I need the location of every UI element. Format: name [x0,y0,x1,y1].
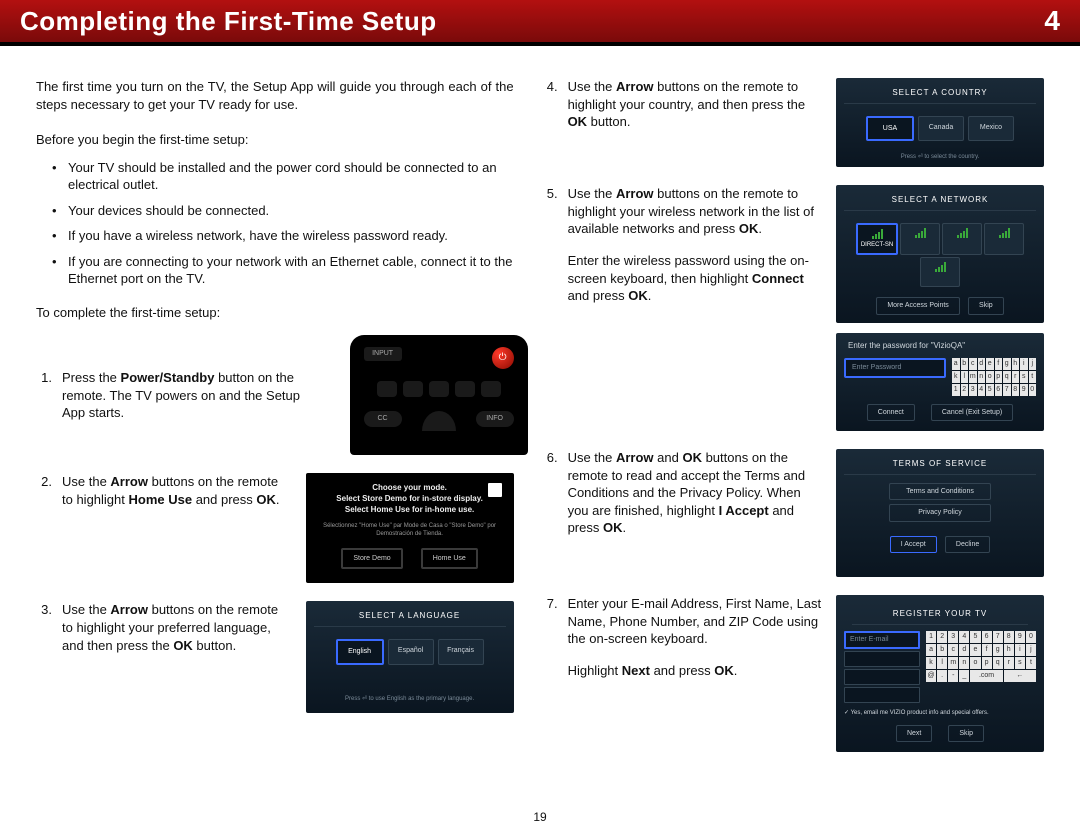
remote-button-icon [429,381,449,397]
prereq-item: Your devices should be connected. [68,202,514,220]
country-option-mexico: Mexico [968,116,1014,141]
store-demo-option: Store Demo [341,548,402,569]
accept-button: I Accept [890,536,937,553]
remote-dpad-icon [422,411,456,431]
onscreen-keyboard: abcdefghij klmnopqrst 1234567890 [952,358,1036,396]
register-tv-screen: REGISTER YOUR TV Enter E-mail 1234567890 [836,595,1044,752]
skip-button: Skip [968,297,1004,314]
step-number: 2. [36,473,52,508]
network-option [942,223,982,255]
step-body: Use the Arrow buttons on the remote to h… [568,78,822,131]
onscreen-keyboard: 1234567890 abcdefghij klmnopqrst @.-_.co… [926,631,1036,682]
email-input: Enter E-mail [844,631,920,649]
step-5: 5. Use the Arrow buttons on the remote t… [542,185,1044,431]
mode-selection-screen: Choose your mode. Select Store Demo for … [306,473,514,583]
wifi-signal-icon [872,229,882,239]
before-heading: Before you begin the first-time setup: [36,131,514,149]
more-access-points-button: More Access Points [876,297,959,314]
remote-button-icon [403,381,423,397]
password-input: Enter Password [844,358,946,378]
step-6: 6. Use the Arrow and OK buttons on the r… [542,449,1044,577]
privacy-button: Privacy Policy [889,504,991,521]
content: The first time you turn on the TV, the S… [0,46,1080,770]
right-column: 4. Use the Arrow buttons on the remote t… [542,78,1044,770]
prereq-item: If you have a wireless network, have the… [68,227,514,245]
cancel-button: Cancel (Exit Setup) [931,404,1013,421]
terms-of-service-screen: TERMS OF SERVICE Terms and Conditions Pr… [836,449,1044,577]
energy-star-icon [488,483,502,497]
network-option-selected: DIRECT-SN [856,223,898,255]
power-icon: ⏻ [492,347,514,369]
next-button: Next [896,725,932,742]
language-option-francais: Français [438,639,484,664]
step-2: 2. Use the Arrow buttons on the remote t… [36,473,514,583]
step-body: Use the Arrow buttons on the remote to h… [568,185,822,318]
remote-image: INPUT ⏻ CC INFO [350,335,528,455]
step-body: Press the Power/Standby button on the re… [62,369,322,422]
page-header: Completing the First-Time Setup 4 [0,0,1080,46]
reg-input [844,687,920,703]
remote-input-key: INPUT [364,347,402,361]
step-number: 4. [542,78,558,131]
terms-button: Terms and Conditions [889,483,991,500]
prereq-list: Your TV should be installed and the powe… [36,159,514,288]
step-1: 1. Press the Power/Standby button on the… [36,335,514,455]
decline-button: Decline [945,536,990,553]
step-number: 1. [36,369,52,422]
language-option-english: English [336,639,384,664]
step-body: Use the Arrow buttons on the remote to h… [62,601,292,654]
prereq-item: Your TV should be installed and the powe… [68,159,514,194]
step-4: 4. Use the Arrow buttons on the remote t… [542,78,1044,167]
country-option-usa: USA [866,116,914,141]
email-offers-checkbox: ✓ Yes, email me VIZIO product info and s… [844,709,1036,717]
step-number: 3. [36,601,52,654]
language-selection-screen: SELECT A LANGUAGE English Español França… [306,601,514,713]
reg-input [844,651,920,667]
connect-button: Connect [867,404,915,421]
remote-button-icon [455,381,475,397]
home-use-option: Home Use [421,548,478,569]
step-number: 7. [542,595,558,693]
prereq-item: If you are connecting to your network wi… [68,253,514,288]
step-number: 5. [542,185,558,318]
intro-paragraph: The first time you turn on the TV, the S… [36,78,514,113]
language-option-espanol: Español [388,639,434,664]
network-option [920,257,960,287]
password-entry-screen: Enter the password for "VizioQA" Enter P… [836,333,1044,431]
remote-info-key: INFO [476,411,514,427]
reg-input [844,669,920,685]
page-title: Completing the First-Time Setup [20,6,437,37]
page-number: 19 [0,810,1080,824]
step-number: 6. [542,449,558,537]
network-option [984,223,1024,255]
step-body: Use the Arrow buttons on the remote to h… [62,473,292,508]
remote-cc-key: CC [364,411,402,427]
step-body: Use the Arrow and OK buttons on the remo… [568,449,822,537]
network-selection-screen: SELECT A NETWORK DIRECT-SN More Access P… [836,185,1044,322]
chapter-number: 4 [1044,5,1060,37]
network-option [900,223,940,255]
country-option-canada: Canada [918,116,964,141]
step-body: Enter your E-mail Address, First Name, L… [568,595,822,693]
left-column: The first time you turn on the TV, the S… [36,78,514,770]
skip-button: Skip [948,725,984,742]
country-selection-screen: SELECT A COUNTRY USA Canada Mexico Press… [836,78,1044,167]
remote-button-icon [377,381,397,397]
step-7: 7. Enter your E-mail Address, First Name… [542,595,1044,752]
step-3: 3. Use the Arrow buttons on the remote t… [36,601,514,713]
remote-button-icon [481,381,501,397]
to-complete-heading: To complete the first-time setup: [36,304,514,322]
